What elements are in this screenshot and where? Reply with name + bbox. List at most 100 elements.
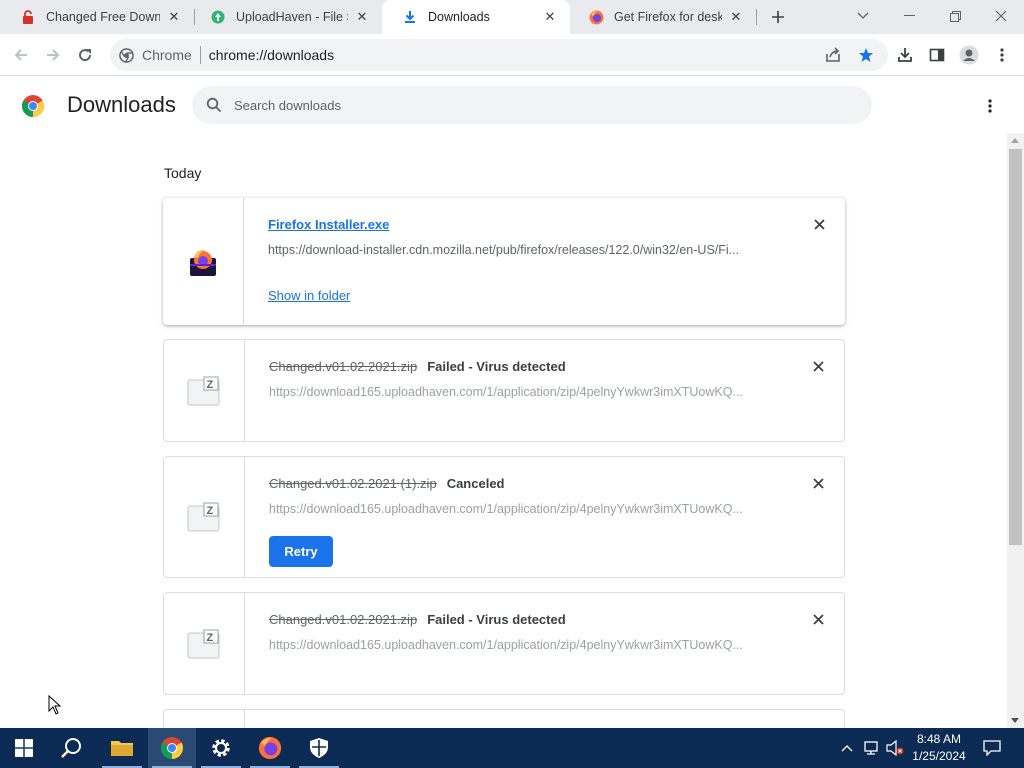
- tab-uploadhaven[interactable]: UploadHaven - File Sharing ✕: [190, 0, 382, 34]
- page-title: Downloads: [67, 92, 176, 117]
- close-icon: [995, 10, 1007, 22]
- reload-icon: [79, 49, 92, 62]
- taskbar-file-explorer[interactable]: [98, 728, 146, 768]
- remove-item-button[interactable]: [810, 475, 826, 491]
- firefox-installer-icon: [190, 249, 216, 276]
- svg-text:Z: Z: [207, 505, 214, 517]
- download-item: Firefox Installer.exe https://download-i…: [163, 198, 845, 325]
- reload-button[interactable]: [72, 42, 98, 68]
- share-button[interactable]: [820, 42, 846, 68]
- scrollbar-thumb[interactable]: [1009, 149, 1022, 545]
- restore-button[interactable]: [932, 0, 978, 32]
- page-scrollbar[interactable]: [1007, 133, 1024, 728]
- avatar-icon: [959, 45, 979, 65]
- arrow-right-icon: [47, 49, 60, 61]
- download-icon: [402, 9, 418, 25]
- notifications-button[interactable]: [978, 728, 1006, 768]
- taskbar-security[interactable]: [295, 728, 343, 768]
- show-hidden-icons-button[interactable]: [837, 728, 857, 768]
- file-name[interactable]: Changed.v01.02.2021 (1).zip Canceled: [269, 476, 505, 491]
- minimize-button[interactable]: [886, 0, 932, 32]
- firefox-icon: [588, 9, 604, 25]
- url-text[interactable]: chrome://downloads: [209, 47, 334, 63]
- volume-tray-icon[interactable]: [884, 728, 906, 768]
- firefox-icon: [258, 736, 282, 760]
- close-tab-icon[interactable]: ✕: [166, 9, 182, 25]
- downloads-list: Today Firefox Installer.exe https://down…: [0, 133, 1007, 728]
- new-tab-button[interactable]: [766, 5, 790, 29]
- side-panel-icon: [929, 48, 945, 62]
- chevron-up-icon: [841, 745, 853, 752]
- file-name-text: Changed.v01.02.2021.zip: [269, 359, 418, 374]
- zip-file-icon: Z: [187, 376, 220, 405]
- tab-title: Get Firefox for desktop: [614, 10, 722, 24]
- tab-separator: [756, 9, 757, 25]
- bookmark-button[interactable]: [853, 42, 879, 68]
- download-item: Z Changed.v01.02.2021 (1).zip Canceled ht…: [163, 456, 845, 578]
- taskbar-firefox[interactable]: [246, 728, 294, 768]
- taskbar-settings[interactable]: [197, 728, 245, 768]
- file-icon-cell: Z: [164, 593, 245, 694]
- site-label: Chrome: [142, 47, 192, 63]
- uploadhaven-icon: [210, 9, 226, 25]
- browser-toolbar: Chrome chrome://downloads: [0, 34, 1024, 76]
- close-icon: [813, 218, 825, 230]
- taskbar-search-button[interactable]: [48, 728, 96, 768]
- star-icon: [859, 48, 873, 62]
- forward-button[interactable]: [40, 42, 66, 68]
- tab-title: Downloads: [428, 10, 490, 24]
- remove-item-button[interactable]: [810, 611, 826, 627]
- status-text: Failed - Virus detected: [427, 612, 566, 627]
- clock-time: 8:48 AM: [916, 732, 962, 746]
- tab-downloads[interactable]: Downloads ✕: [382, 0, 570, 34]
- downloads-menu-button[interactable]: [978, 94, 1002, 118]
- tab-changed-free-downloads[interactable]: Changed Free Downloads ✕: [0, 0, 194, 34]
- file-name[interactable]: Changed.v01.02.2021.zip Failed - Virus de…: [269, 612, 566, 627]
- scroll-up-arrow-icon[interactable]: [1011, 138, 1019, 143]
- close-tab-icon[interactable]: ✕: [354, 9, 370, 25]
- back-button[interactable]: [8, 42, 34, 68]
- remove-item-button[interactable]: [811, 216, 827, 232]
- close-tab-icon[interactable]: ✕: [728, 9, 744, 25]
- file-name[interactable]: Changed.v01.02.2021.zip Failed - Virus de…: [269, 359, 566, 374]
- mouse-cursor-icon: [48, 695, 62, 715]
- chrome-site-icon: [119, 47, 134, 63]
- search-bar[interactable]: [192, 86, 872, 124]
- side-panel-button[interactable]: [924, 42, 950, 68]
- downloads-button[interactable]: [892, 42, 918, 68]
- tab-search-button[interactable]: [840, 0, 886, 32]
- windows-logo-icon: [15, 739, 33, 757]
- omnibox-divider: [199, 46, 201, 64]
- scroll-down-arrow-icon[interactable]: [1011, 718, 1019, 723]
- source-url: https://download165.uploadhaven.com/1/ap…: [269, 502, 743, 516]
- start-button[interactable]: [0, 728, 48, 768]
- retry-button[interactable]: Retry: [269, 536, 333, 567]
- taskbar-chrome[interactable]: [148, 728, 196, 768]
- close-window-button[interactable]: [978, 0, 1024, 32]
- chrome-icon: [161, 737, 183, 759]
- restore-icon: [949, 10, 961, 22]
- folder-icon: [111, 741, 133, 756]
- tab-title: UploadHaven - File Sharing: [236, 10, 348, 24]
- file-name-link[interactable]: Firefox Installer.exe: [268, 217, 389, 232]
- status-text: Canceled: [446, 476, 505, 491]
- close-tab-icon[interactable]: ✕: [542, 9, 558, 25]
- browser-menu-button[interactable]: [989, 42, 1015, 68]
- profile-button[interactable]: [956, 42, 982, 68]
- tab-get-firefox[interactable]: Get Firefox for desktop ✕: [568, 0, 756, 34]
- plus-icon: [772, 11, 784, 23]
- close-icon: [812, 360, 824, 372]
- show-in-folder-link[interactable]: Show in folder: [268, 288, 350, 303]
- download-icon: [898, 48, 912, 62]
- file-name-text: Changed.v01.02.2021.zip: [269, 612, 418, 627]
- source-url: https://download165.uploadhaven.com/1/ap…: [269, 385, 743, 399]
- search-input[interactable]: [234, 97, 794, 113]
- remove-item-button[interactable]: [810, 358, 826, 374]
- date-group-label: Today: [164, 165, 202, 181]
- network-tray-icon[interactable]: [860, 728, 882, 768]
- address-bar[interactable]: Chrome chrome://downloads: [110, 39, 888, 71]
- share-icon: [826, 47, 840, 62]
- volume-muted-icon: [886, 740, 904, 756]
- system-clock[interactable]: 8:48 AM 1/25/2024: [906, 731, 972, 765]
- download-item: [163, 709, 845, 728]
